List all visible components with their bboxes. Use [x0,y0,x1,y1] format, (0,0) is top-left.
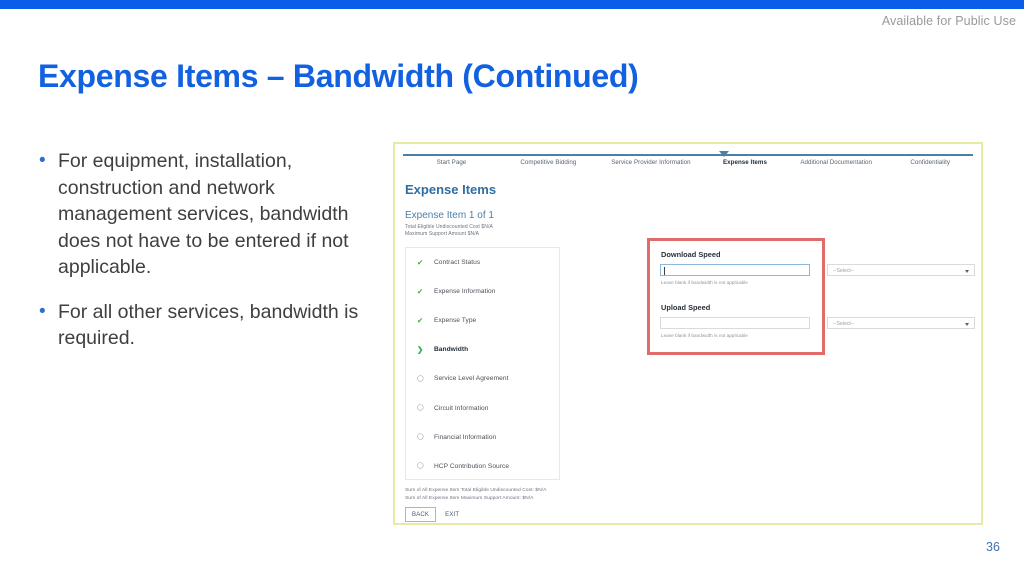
embedded-app-screenshot: Start Page Competitive Bidding Service P… [393,142,983,525]
wizard-tab-expense-items[interactable]: Expense Items [705,159,785,166]
upload-speed-unit-value: --Select-- [833,320,855,327]
bandwidth-form: Download Speed Leave blank if bandwidth … [647,238,977,358]
expense-item-heading: Expense Item 1 of 1 [405,210,494,221]
bullet-text: For all other services, bandwidth is req… [58,300,359,350]
wizard-tab-service-provider-information[interactable]: Service Provider Information [597,159,705,166]
checklist-item-circuit-information[interactable]: ◯ Circuit Information [406,393,559,422]
circle-icon: ◯ [417,405,424,412]
text-cursor-icon [664,267,665,275]
upload-speed-label: Upload Speed [661,303,711,312]
top-accent-bar [0,0,1024,9]
bullet-text: For equipment, installation, constructio… [58,150,349,278]
chevron-down-icon [965,322,969,326]
form-actions: BACK EXIT [405,507,459,522]
arrow-right-icon: ❯ [417,345,424,355]
checklist-item-financial-information[interactable]: ◯ Financial Information [406,423,559,452]
page-title: Expense Items – Bandwidth (Continued) [38,58,639,94]
checklist-item-hcp-contribution-source[interactable]: ◯ HCP Contribution Source [406,452,559,481]
download-speed-helper-text: Leave blank if bandwidth is not applicab… [661,280,748,285]
checklist-item-contract-status[interactable]: ✔ Contract Status [406,248,559,277]
checklist-item-label: Expense Type [434,317,477,325]
expense-item-checklist: ✔ Contract Status ✔ Expense Information … [405,247,560,480]
wizard-progress-line [403,154,973,156]
exit-button[interactable]: EXIT [445,512,459,518]
wizard-progress: Start Page Competitive Bidding Service P… [403,150,973,172]
sum-total-eligible-cost-text: Sum of All Expense Item Total Eligible U… [405,488,547,493]
app-page-heading: Expense Items [405,182,497,197]
bullet-list: • For equipment, installation, construct… [34,148,379,370]
checklist-item-label: HCP Contribution Source [434,462,510,470]
wizard-active-marker-icon [719,151,730,157]
circle-icon: ◯ [417,375,424,382]
checklist-item-label: Expense Information [434,288,496,296]
circle-icon: ◯ [417,434,424,441]
checklist-item-service-level-agreement[interactable]: ◯ Service Level Agreement [406,364,559,393]
upload-speed-input[interactable] [660,317,810,329]
wizard-tab-competitive-bidding[interactable]: Competitive Bidding [500,159,597,166]
checklist-item-label: Financial Information [434,433,497,441]
check-icon: ✔ [417,315,424,325]
list-item: • For equipment, installation, construct… [34,148,379,281]
upload-speed-unit-select[interactable]: --Select-- [827,317,975,329]
upload-speed-helper-text: Leave blank if bandwidth is not applicab… [661,333,748,338]
public-use-notice: Available for Public Use [881,14,1016,28]
download-speed-label: Download Speed [661,250,721,259]
checklist-item-label: Contract Status [434,259,481,267]
download-speed-unit-select[interactable]: --Select-- [827,264,975,276]
sum-maximum-support-amount-text: Sum of All Expense Item Maximum Support … [405,496,534,501]
back-button[interactable]: BACK [405,507,437,522]
checklist-item-label: Service Level Agreement [434,375,509,383]
total-eligible-cost-text: Total Eligible Undiscounted Cost $N/A [405,224,493,230]
checklist-item-bandwidth[interactable]: ❯ Bandwidth [406,335,559,364]
list-item: • For all other services, bandwidth is r… [34,299,379,352]
chevron-down-icon [965,269,969,273]
maximum-support-amount-text: Maximum Support Amount $N/A [405,231,480,237]
checklist-item-expense-type[interactable]: ✔ Expense Type [406,306,559,335]
checklist-item-expense-information[interactable]: ✔ Expense Information [406,277,559,306]
download-speed-unit-value: --Select-- [833,267,855,274]
checklist-item-label: Bandwidth [434,346,469,354]
wizard-tab-confidentiality[interactable]: Confidentiality [887,159,973,166]
download-speed-input[interactable] [660,264,810,276]
bullet-dot-icon: • [39,300,46,322]
checklist-item-label: Circuit Information [434,404,489,412]
bullet-dot-icon: • [39,150,46,171]
circle-icon: ◯ [417,463,424,470]
check-icon: ✔ [417,286,424,296]
wizard-tab-additional-documentation[interactable]: Additional Documentation [785,159,888,166]
slide-page-number: 36 [986,540,1000,554]
wizard-tab-start-page[interactable]: Start Page [403,159,500,166]
check-icon: ✔ [417,257,424,267]
